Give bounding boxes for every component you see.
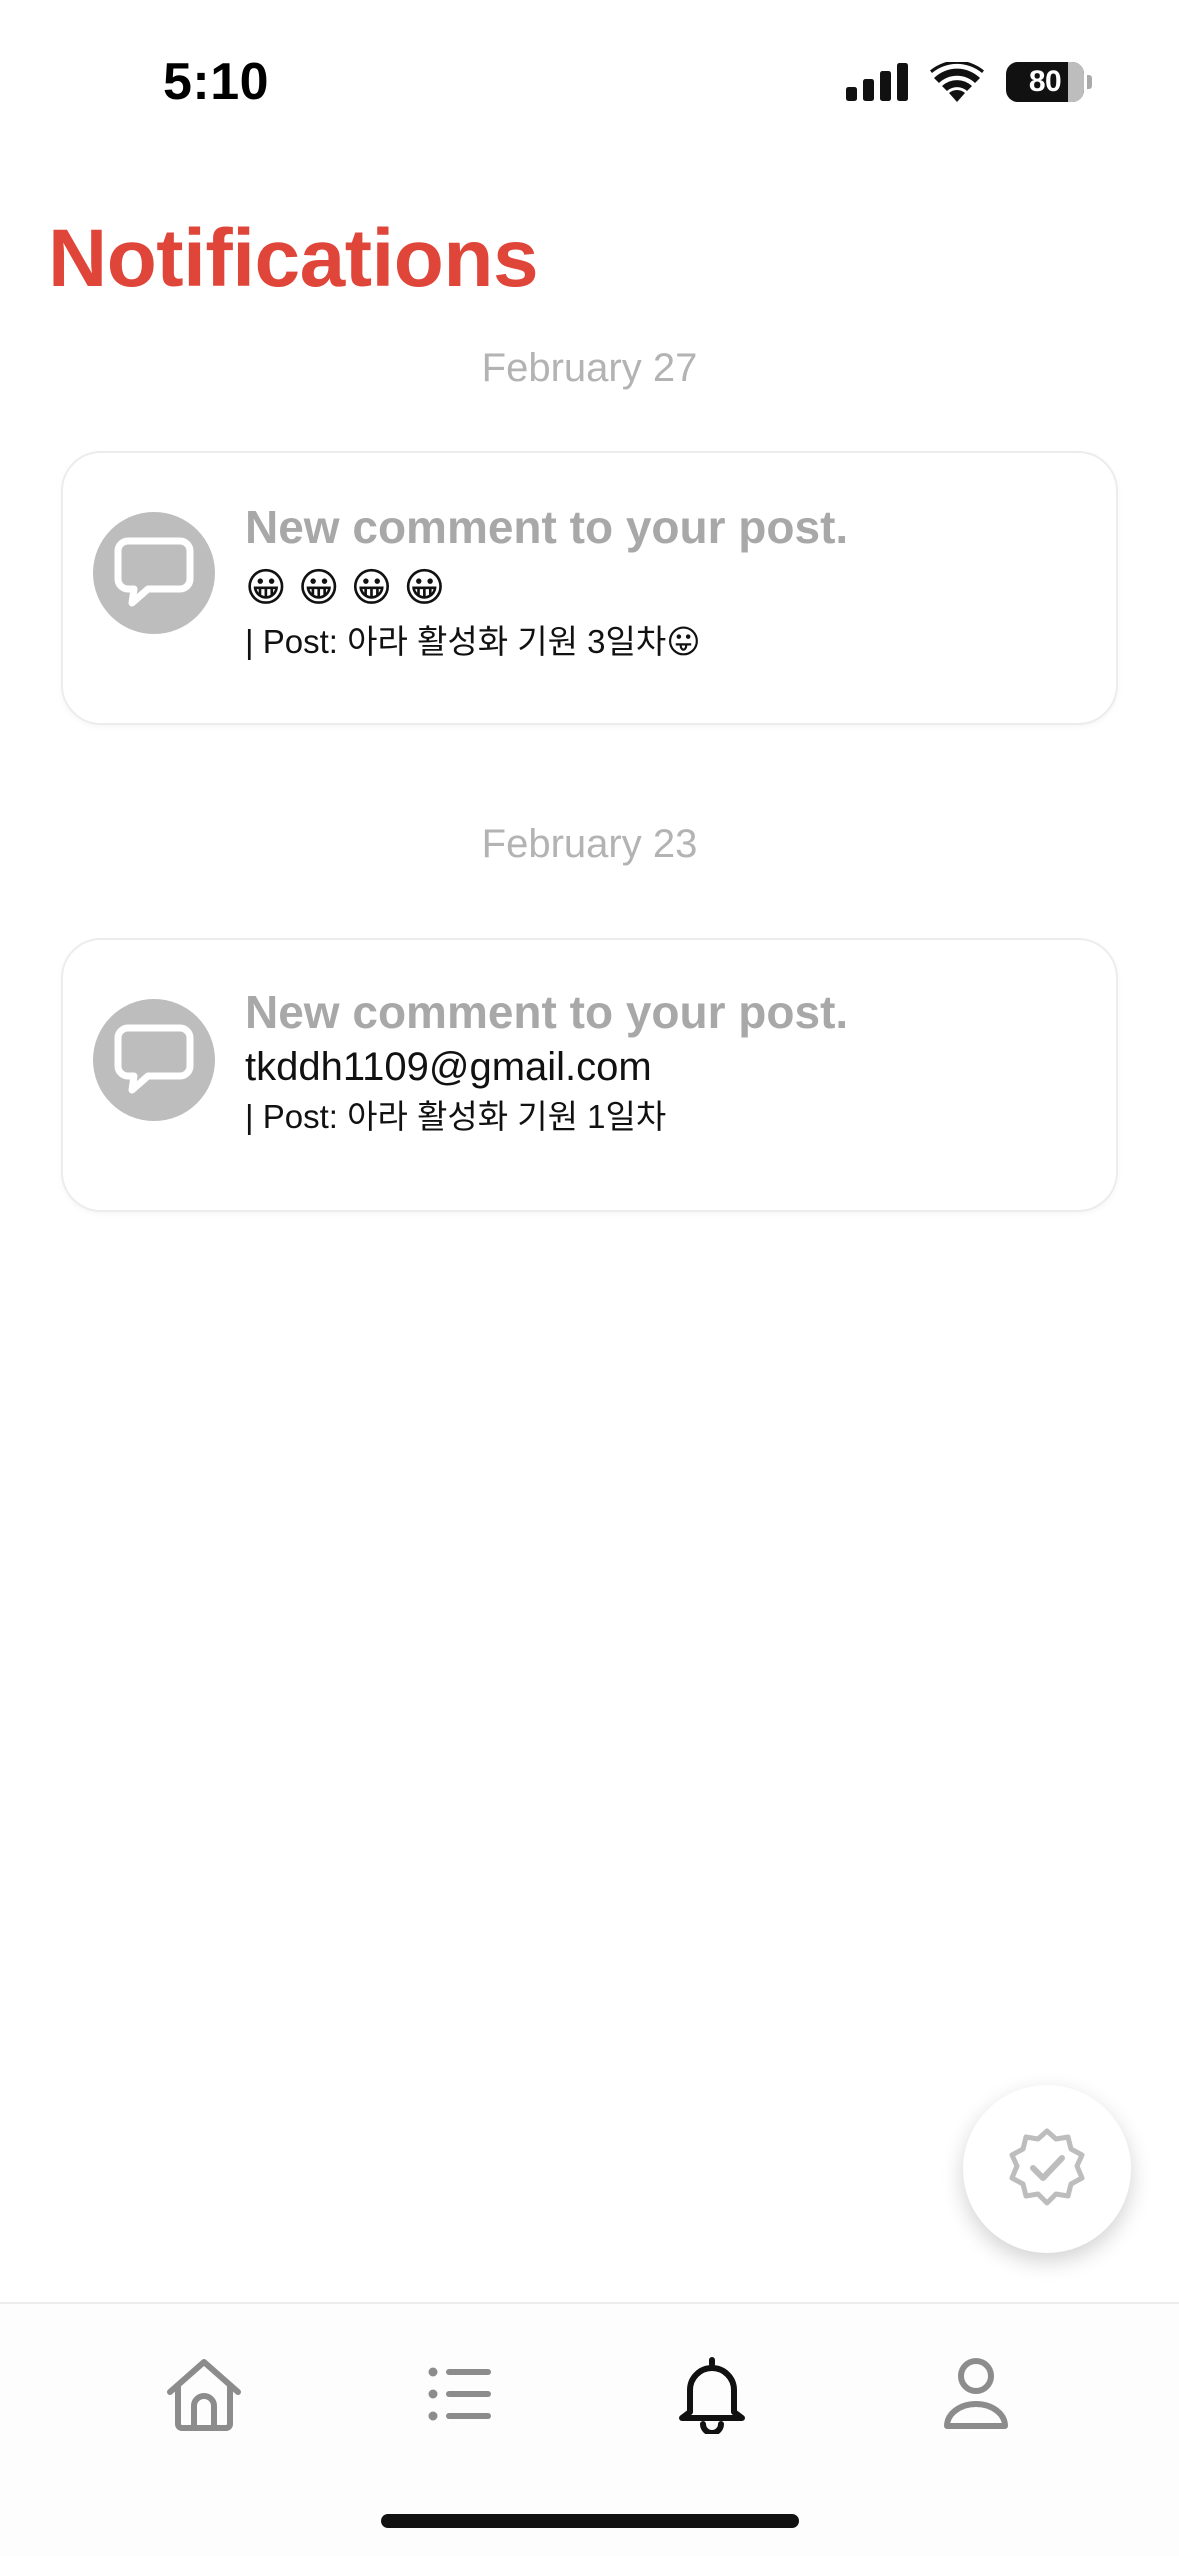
notification-post-title: | Post: 아라 활성화 기원 1일차 (245, 1098, 667, 1135)
notification-heading: New comment to your post. (245, 501, 849, 553)
chat-bubble-icon (93, 999, 215, 1121)
date-label: February 23 (481, 822, 698, 866)
notification-heading: New comment to your post. (245, 986, 849, 1038)
battery-empty-portion (1068, 62, 1084, 102)
notification-body: tkddh1109@gmail.com (245, 1045, 652, 1089)
notification-text: New comment to your post. 😀 😀 😀 😀 | Post… (245, 499, 1086, 665)
status-time: 5:10 (163, 53, 270, 111)
verify-fab-button[interactable] (963, 2085, 1131, 2253)
notifications-screen: 5:10 80 Notifications February 27 New co… (0, 0, 1179, 2556)
chat-bubble-icon (93, 512, 215, 634)
status-bar: 5:10 80 (0, 0, 1179, 150)
tab-notifications[interactable] (652, 2344, 772, 2444)
home-indicator[interactable] (381, 2514, 799, 2528)
date-label: February 27 (481, 346, 698, 390)
battery-level: 80 (1028, 65, 1062, 98)
bell-icon (679, 2357, 745, 2434)
notification-text: New comment to your post. tkddh1109@gmai… (245, 984, 1086, 1140)
notification-post-title: | Post: 아라 활성화 기원 3일차😛 (245, 623, 701, 660)
profile-icon (944, 2358, 1008, 2429)
home-icon (167, 2359, 241, 2431)
list-icon (428, 2367, 491, 2421)
signal-icon (846, 63, 908, 101)
page-title: Notifications (48, 213, 539, 304)
status-icons: 80 (846, 62, 1092, 102)
tab-list[interactable] (400, 2344, 520, 2444)
notification-body: 😀 😀 😀 😀 (245, 566, 446, 610)
battery-nub (1087, 75, 1092, 89)
wifi-icon (930, 62, 984, 102)
tab-home[interactable] (144, 2344, 264, 2444)
tab-profile[interactable] (916, 2344, 1036, 2444)
notification-card[interactable]: New comment to your post. tkddh1109@gmai… (61, 938, 1118, 1212)
battery-icon: 80 (1006, 62, 1092, 102)
notification-card[interactable]: New comment to your post. 😀 😀 😀 😀 | Post… (61, 451, 1118, 725)
verified-badge-icon (1009, 2128, 1085, 2206)
